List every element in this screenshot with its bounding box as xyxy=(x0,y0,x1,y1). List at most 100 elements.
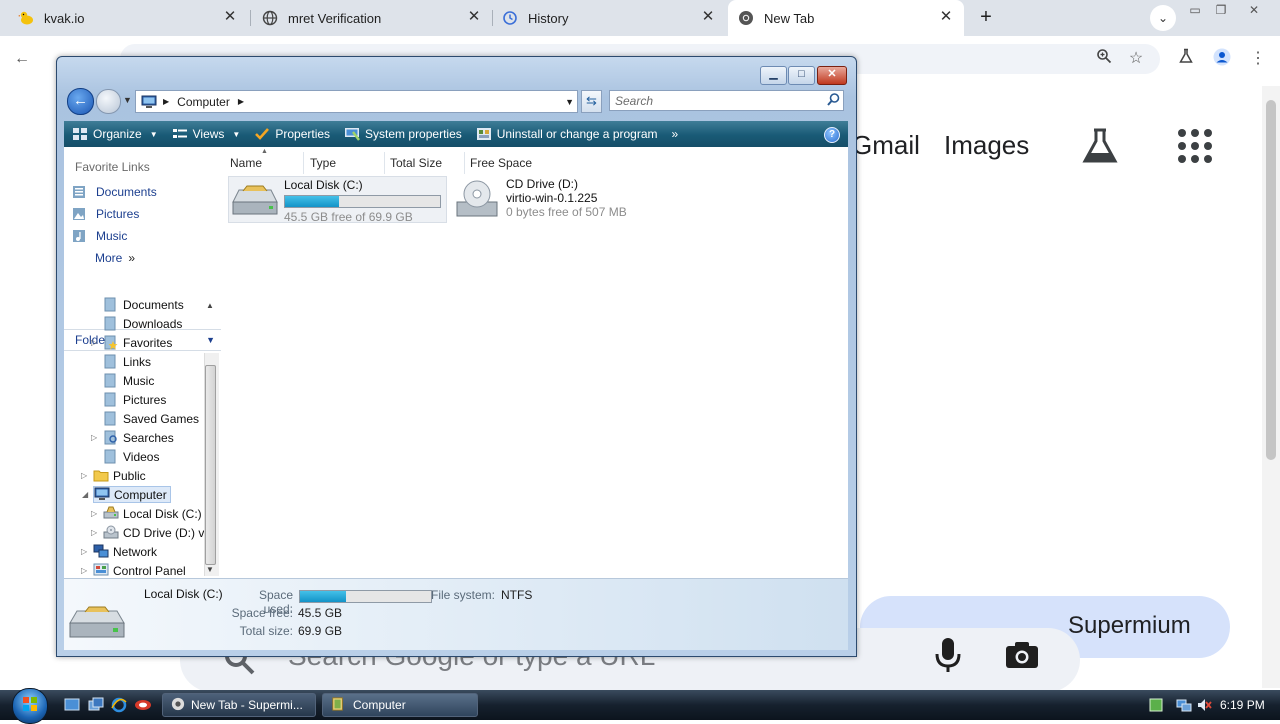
tree-item-public[interactable]: ▷ Public xyxy=(81,468,146,483)
tree-item-favorites[interactable]: ▷ Favorites xyxy=(91,335,172,350)
address-bar[interactable]: ▶ Computer ▶ ▼ xyxy=(135,90,578,113)
taskbar-clock[interactable]: 6:19 PM xyxy=(1220,698,1265,712)
folder-icon xyxy=(331,696,345,714)
tray-volume-muted-icon[interactable] xyxy=(1196,697,1212,716)
uninstall-program-button[interactable]: Uninstall or change a program xyxy=(476,127,658,141)
images-link[interactable]: Images xyxy=(944,130,1029,161)
tree-item-cd-drive[interactable]: ▷ CD Drive (D:) v xyxy=(91,525,204,540)
zoom-icon[interactable] xyxy=(1093,48,1115,70)
kebab-menu-icon[interactable]: ⋮ xyxy=(1247,48,1269,70)
tree-item-network[interactable]: ▷ Network xyxy=(81,544,158,559)
tree-item-control-panel[interactable]: ▷ Control Panel xyxy=(81,563,186,578)
column-header-type[interactable]: Type xyxy=(305,152,385,174)
tab-new-tab[interactable]: New Tab ✕ xyxy=(728,0,964,36)
history-icon xyxy=(502,10,518,26)
show-desktop-icon[interactable] xyxy=(64,697,80,716)
tab-kvak[interactable]: kvak.io ✕ xyxy=(18,0,248,36)
page-scrollbar-thumb[interactable] xyxy=(1266,100,1276,460)
properties-button[interactable]: Properties xyxy=(254,127,330,141)
forward-arrow-icon[interactable] xyxy=(96,89,121,114)
close-window-icon[interactable]: ✕ xyxy=(817,66,847,85)
taskbar-button-computer[interactable]: Computer xyxy=(322,693,478,717)
close-tab-icon[interactable]: ✕ xyxy=(938,9,954,25)
voice-search-mic-icon[interactable] xyxy=(934,636,962,677)
back-arrow-icon[interactable]: ← xyxy=(11,48,33,70)
favorite-link-pictures[interactable]: Pictures xyxy=(72,207,139,221)
tree-item-documents[interactable]: Documents xyxy=(103,297,184,312)
tree-item-videos[interactable]: Videos xyxy=(103,449,159,464)
close-tab-icon[interactable]: ✕ xyxy=(700,9,716,25)
minimize-icon[interactable]: ▁ xyxy=(760,66,787,85)
close-window-icon[interactable]: ✕ xyxy=(1243,2,1265,18)
labs-flask-icon[interactable] xyxy=(1175,48,1197,70)
tree-item-pictures[interactable]: Pictures xyxy=(103,392,166,407)
tree-item-links[interactable]: Links xyxy=(103,354,151,369)
cd-drive-icon xyxy=(453,178,501,225)
internet-explorer-icon[interactable] xyxy=(111,697,127,716)
network-icon xyxy=(93,544,109,559)
taskbar-button-browser[interactable]: New Tab - Supermi... xyxy=(162,693,316,717)
expand-triangle-icon[interactable]: ▷ xyxy=(81,471,87,480)
close-tab-icon[interactable]: ✕ xyxy=(222,9,238,25)
search-input[interactable]: Search xyxy=(609,90,844,111)
expand-triangle-icon[interactable]: ▷ xyxy=(91,338,97,347)
collapse-triangle-icon[interactable]: ◢ xyxy=(82,490,88,499)
image-search-camera-icon[interactable] xyxy=(1004,640,1040,673)
back-arrow-icon[interactable]: ← xyxy=(67,88,94,115)
more-commands-chevron-icon[interactable]: » xyxy=(672,127,679,141)
search-icon[interactable] xyxy=(827,93,840,109)
favorite-link-music[interactable]: Music xyxy=(72,229,127,243)
switch-windows-icon[interactable] xyxy=(88,697,104,716)
more-links-button[interactable]: More » xyxy=(95,251,135,265)
maximize-icon[interactable]: □ xyxy=(788,66,815,85)
tree-item-downloads[interactable]: Downloads xyxy=(103,316,182,331)
expand-triangle-icon[interactable]: ▷ xyxy=(91,528,97,537)
scroll-down-arrow-icon[interactable]: ▼ xyxy=(206,565,214,574)
restore-icon[interactable]: ❐ xyxy=(1210,2,1232,18)
close-tab-icon[interactable]: ✕ xyxy=(466,9,482,25)
tab-history[interactable]: History ✕ xyxy=(502,0,726,36)
tree-item-music[interactable]: Music xyxy=(103,373,154,388)
expand-triangle-icon[interactable]: ▷ xyxy=(91,509,97,518)
bookmark-star-icon[interactable]: ☆ xyxy=(1125,48,1147,70)
recent-pages-chevron-icon[interactable]: ▼ xyxy=(123,95,132,105)
tray-network-icon[interactable] xyxy=(1176,697,1192,716)
address-dropdown-icon[interactable]: ▼ xyxy=(565,97,574,107)
system-properties-button[interactable]: System properties xyxy=(344,127,462,141)
column-header-name[interactable]: Name xyxy=(225,152,304,174)
folder-tree-scrollbar-thumb[interactable] xyxy=(205,365,216,565)
drive-item-cd-drive[interactable]: CD Drive (D:) virtio-win-0.1.225 0 bytes… xyxy=(451,176,671,223)
searches-folder-icon xyxy=(103,430,119,445)
tree-item-label: Network xyxy=(113,544,158,559)
expand-triangle-icon[interactable]: ▷ xyxy=(91,433,97,442)
help-icon[interactable]: ? xyxy=(824,127,840,143)
app-quicklaunch-icon[interactable] xyxy=(134,697,152,716)
scroll-up-arrow-icon[interactable]: ▲ xyxy=(206,301,214,310)
breadcrumb-chevron-icon[interactable]: ▶ xyxy=(238,97,244,106)
drive-item-local-disk[interactable]: Local Disk (C:) 45.5 GB free of 69.9 GB xyxy=(228,176,447,224)
expand-triangle-icon[interactable]: ▷ xyxy=(81,547,87,556)
favorite-link-documents[interactable]: Documents xyxy=(72,185,157,199)
refresh-icon[interactable]: ⇆ xyxy=(581,90,602,113)
tray-app-icon[interactable] xyxy=(1148,697,1164,716)
tab-search-chevron-icon[interactable]: ⌄ xyxy=(1150,5,1176,31)
column-header-free-space[interactable]: Free Space xyxy=(465,152,545,174)
column-header-total-size[interactable]: Total Size xyxy=(385,152,465,174)
tree-item-searches[interactable]: ▷ Searches xyxy=(91,430,174,445)
gmail-link[interactable]: Gmail xyxy=(852,130,920,161)
breadcrumb-computer[interactable]: Computer xyxy=(177,95,230,109)
expand-triangle-icon[interactable]: ▷ xyxy=(81,566,87,575)
breadcrumb-chevron-icon[interactable]: ▶ xyxy=(163,97,169,106)
google-apps-grid-icon[interactable] xyxy=(1178,129,1212,163)
tree-item-local-disk[interactable]: ▷ Local Disk (C:) xyxy=(91,506,202,521)
labs-flask-icon[interactable] xyxy=(1080,126,1120,169)
tree-item-saved-games[interactable]: Saved Games xyxy=(103,411,199,426)
profile-avatar-icon[interactable] xyxy=(1211,48,1233,70)
tree-item-computer[interactable]: ◢ Computer xyxy=(82,486,171,503)
minimize-icon[interactable]: ▭ xyxy=(1184,2,1206,18)
views-button[interactable]: Views ▼ xyxy=(172,127,240,141)
chromium-icon xyxy=(738,10,754,26)
new-tab-plus-icon[interactable]: + xyxy=(976,7,996,28)
organize-button[interactable]: Organize ▼ xyxy=(72,127,158,141)
tab-mret-verification[interactable]: mret Verification ✕ xyxy=(262,0,492,36)
